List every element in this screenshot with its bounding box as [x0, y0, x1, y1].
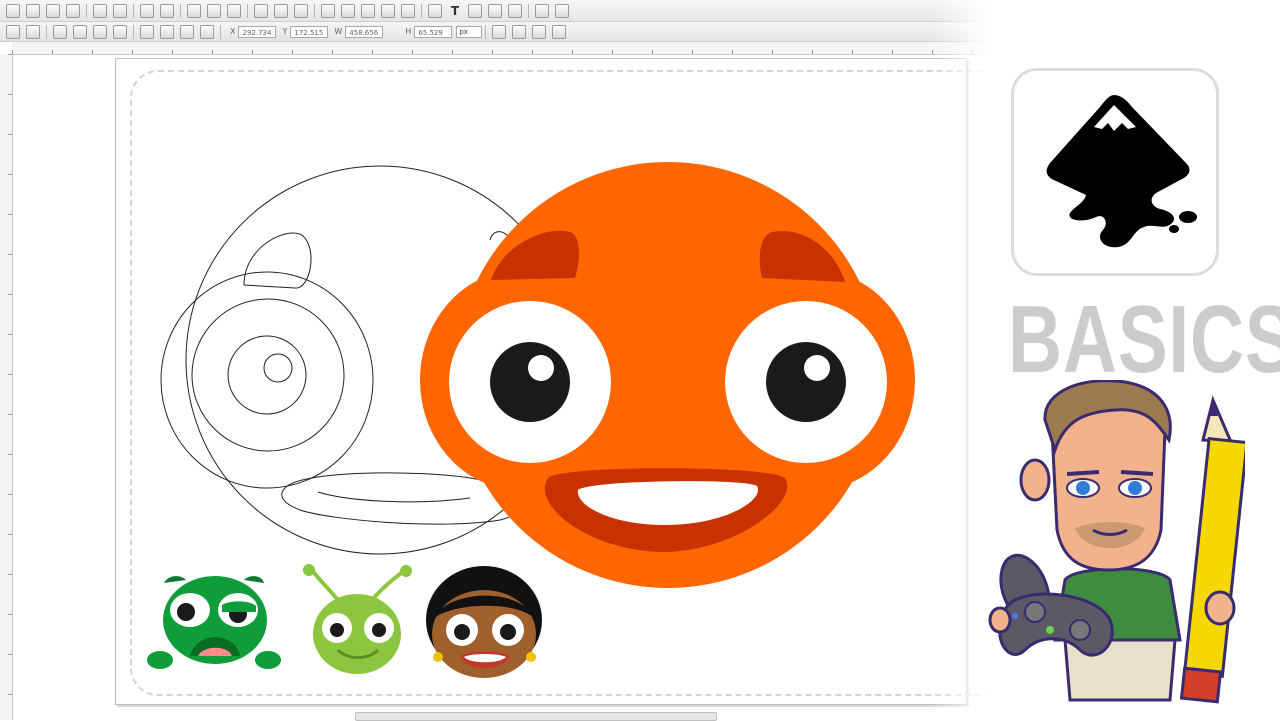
inkscape-logo-tile [1011, 68, 1219, 276]
pencil-icon [1179, 395, 1245, 704]
presenter-mascot [988, 380, 1245, 704]
kid-character[interactable] [426, 566, 542, 678]
orange-character[interactable] [420, 162, 915, 588]
inkscape-mountain-icon [1046, 95, 1197, 248]
basics-title: BASICS [1008, 286, 1280, 393]
frog-character[interactable] [147, 576, 281, 669]
bug-character[interactable] [303, 564, 412, 674]
